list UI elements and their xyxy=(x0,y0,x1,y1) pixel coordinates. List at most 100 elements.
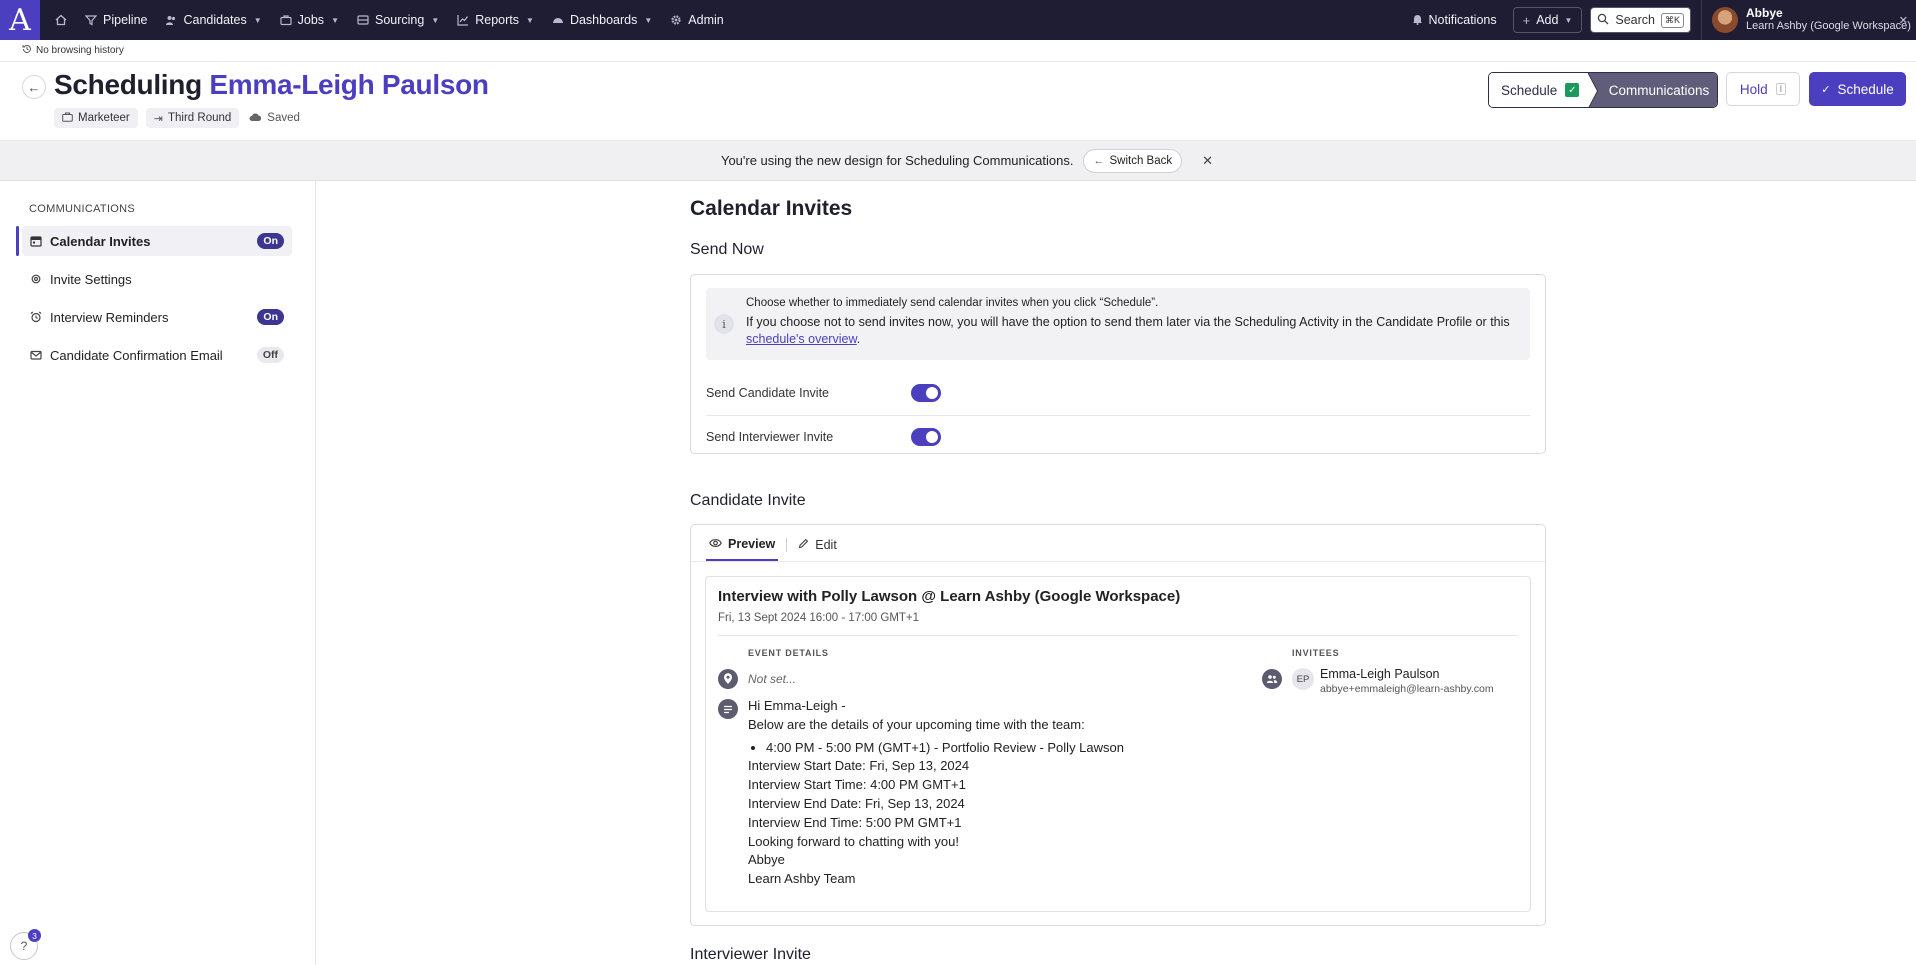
chevron-down-icon: ▼ xyxy=(526,15,534,25)
event-time: Fri, 13 Sept 2024 16:00 - 17:00 GMT+1 xyxy=(718,612,920,624)
body-greeting: Hi Emma-Leigh - xyxy=(748,698,846,713)
line-chart-icon xyxy=(457,14,469,26)
nav-dashboards-label: Dashboards xyxy=(569,13,638,27)
body-start-time: Interview Start Time: 4:00 PM GMT+1 xyxy=(748,777,966,793)
home-icon xyxy=(55,14,67,26)
search-icon xyxy=(1597,13,1609,28)
search-button[interactable]: Search ⌘K xyxy=(1590,7,1691,33)
info-line-2-text: If you choose not to send invites now, y… xyxy=(746,315,1510,329)
job-chip[interactable]: Marketeer xyxy=(54,108,138,128)
sidebar-item-invite-settings[interactable]: Invite Settings xyxy=(22,264,292,294)
alarm-clock-icon xyxy=(30,311,42,323)
step-communications-label: Communications xyxy=(1608,82,1710,98)
send-candidate-invite-label: Send Candidate Invite xyxy=(706,385,830,400)
body-signature-name: Abbye xyxy=(748,852,785,868)
step-schedule-label: Schedule xyxy=(1501,82,1558,98)
help-count-badge: 3 xyxy=(28,929,41,942)
nav-home[interactable] xyxy=(46,0,76,40)
arrow-left-icon: ← xyxy=(27,79,41,95)
hold-button[interactable]: Hold I xyxy=(1726,72,1800,106)
gear-icon xyxy=(670,14,682,26)
user-menu[interactable]: Abbye Learn Ashby (Google Workspace) ✕ xyxy=(1701,0,1916,40)
chevron-down-icon: ▼ xyxy=(1564,15,1573,25)
notifications-button[interactable]: Notifications xyxy=(1412,13,1497,28)
nav-right: Notifications + Add ▼ Search ⌘K Abbye Le… xyxy=(1412,0,1916,40)
invite-tabs: Preview Edit xyxy=(706,529,840,561)
job-chip-label: Marketeer xyxy=(78,112,130,124)
back-button[interactable]: ← xyxy=(22,75,46,99)
switch-back-button[interactable]: ← Switch Back xyxy=(1083,148,1183,173)
sourcing-icon xyxy=(357,14,369,26)
nav-sourcing-label: Sourcing xyxy=(374,13,425,27)
body-intro: Below are the details of your upcoming t… xyxy=(748,716,1085,732)
top-nav: A Pipeline Candidates ▼ Jobs ▼ Sourcing … xyxy=(0,0,1916,40)
cloud-check-icon xyxy=(249,112,262,125)
nav-dashboards[interactable]: Dashboards ▼ xyxy=(543,0,661,40)
new-design-banner: You're using the new design for Scheduli… xyxy=(0,140,1916,181)
chevron-down-icon: ▼ xyxy=(644,15,653,25)
candidate-invite-card: Preview Edit Interview with Polly Lawson… xyxy=(690,524,1546,926)
stage-chip[interactable]: ⇥ Third Round xyxy=(145,108,240,128)
info-line-1: Choose whether to immediately send calen… xyxy=(746,297,1159,309)
nav-reports[interactable]: Reports ▼ xyxy=(448,0,543,40)
step-schedule[interactable]: Schedule ✓ xyxy=(1489,73,1598,107)
send-interviewer-invite-label: Send Interviewer Invite xyxy=(706,430,834,444)
schedule-button-label: Schedule xyxy=(1837,81,1894,97)
send-now-card: i Choose whether to immediately send cal… xyxy=(690,274,1546,454)
search-shortcut: ⌘K xyxy=(1660,12,1684,28)
invitee-email: abbye+emmaleigh@learn-ashby.com xyxy=(1320,683,1494,695)
sidebar-item-interview-reminders[interactable]: Interview Reminders On xyxy=(22,302,292,332)
stage-chip-label: Third Round xyxy=(168,112,232,124)
add-button[interactable]: + Add ▼ xyxy=(1512,7,1583,33)
schedule-overview-link[interactable]: schedule's overview xyxy=(746,332,857,346)
status-badge: On xyxy=(257,309,284,325)
hold-label: Hold xyxy=(1739,81,1768,97)
nav-admin[interactable]: Admin xyxy=(661,0,732,40)
body-interview-list: 4:00 PM - 5:00 PM (GMT+1) - Portfolio Re… xyxy=(766,739,1124,758)
nav-admin-label: Admin xyxy=(688,13,724,27)
plus-icon: + xyxy=(1522,12,1531,28)
search-label: Search xyxy=(1615,13,1655,27)
nav-candidates[interactable]: Candidates ▼ xyxy=(156,0,270,40)
tab-preview[interactable]: Preview xyxy=(706,529,779,561)
bell-icon xyxy=(1412,13,1423,28)
gear-icon xyxy=(30,273,42,285)
nav-jobs-label: Jobs xyxy=(297,13,325,27)
pencil-icon xyxy=(798,538,809,552)
envelope-icon xyxy=(30,349,42,361)
nav-reports-label: Reports xyxy=(475,13,520,27)
filter-icon xyxy=(85,14,97,26)
banner-text: You're using the new design for Scheduli… xyxy=(720,153,1074,168)
body-end-date: Interview End Date: Fri, Sep 13, 2024 xyxy=(748,795,965,811)
sidebar-item-label: Calendar Invites xyxy=(50,233,151,249)
send-interviewer-invite-toggle[interactable] xyxy=(911,428,941,446)
info-icon: i xyxy=(714,314,734,334)
history-label[interactable]: No browsing history xyxy=(36,45,124,56)
schedule-button[interactable]: ✓ Schedule xyxy=(1809,72,1906,106)
sidebar-item-candidate-confirmation-email[interactable]: Candidate Confirmation Email Off xyxy=(22,340,292,370)
tabs-divider xyxy=(691,561,1545,562)
nav-candidates-label: Candidates xyxy=(183,13,247,27)
step-communications[interactable]: Communications xyxy=(1587,73,1717,107)
nav-items: Pipeline Candidates ▼ Jobs ▼ Sourcing ▼ xyxy=(46,0,733,40)
candidate-name-link[interactable]: Emma-Leigh Paulson xyxy=(209,69,489,100)
close-icon[interactable]: ✕ xyxy=(1202,153,1213,169)
saved-status: Saved xyxy=(249,112,300,125)
tab-edit[interactable]: Edit xyxy=(795,529,840,561)
question-icon: ? xyxy=(20,939,28,953)
send-now-heading: Send Now xyxy=(690,241,764,258)
info-line-2-period: . xyxy=(856,332,861,346)
ashby-logo[interactable]: A xyxy=(0,0,40,40)
invite-body: Hi Emma-Leigh - Below are the details of… xyxy=(748,697,1124,889)
send-candidate-invite-toggle[interactable] xyxy=(911,383,941,402)
title-prefix: Scheduling xyxy=(54,69,202,100)
close-icon[interactable]: ✕ xyxy=(1899,14,1908,27)
nav-sourcing[interactable]: Sourcing ▼ xyxy=(348,0,448,40)
sidebar-item-calendar-invites[interactable]: Calendar Invites On xyxy=(16,226,292,256)
body-signature-team: Learn Ashby Team xyxy=(748,871,856,887)
sidebar-heading: COMMUNICATIONS xyxy=(29,203,136,215)
nav-jobs[interactable]: Jobs ▼ xyxy=(271,0,348,40)
page-header: ← Scheduling Emma-Leigh Paulson Marketee… xyxy=(0,62,1916,140)
candidate-invite-heading: Candidate Invite xyxy=(690,492,806,509)
nav-pipeline[interactable]: Pipeline xyxy=(76,0,156,40)
